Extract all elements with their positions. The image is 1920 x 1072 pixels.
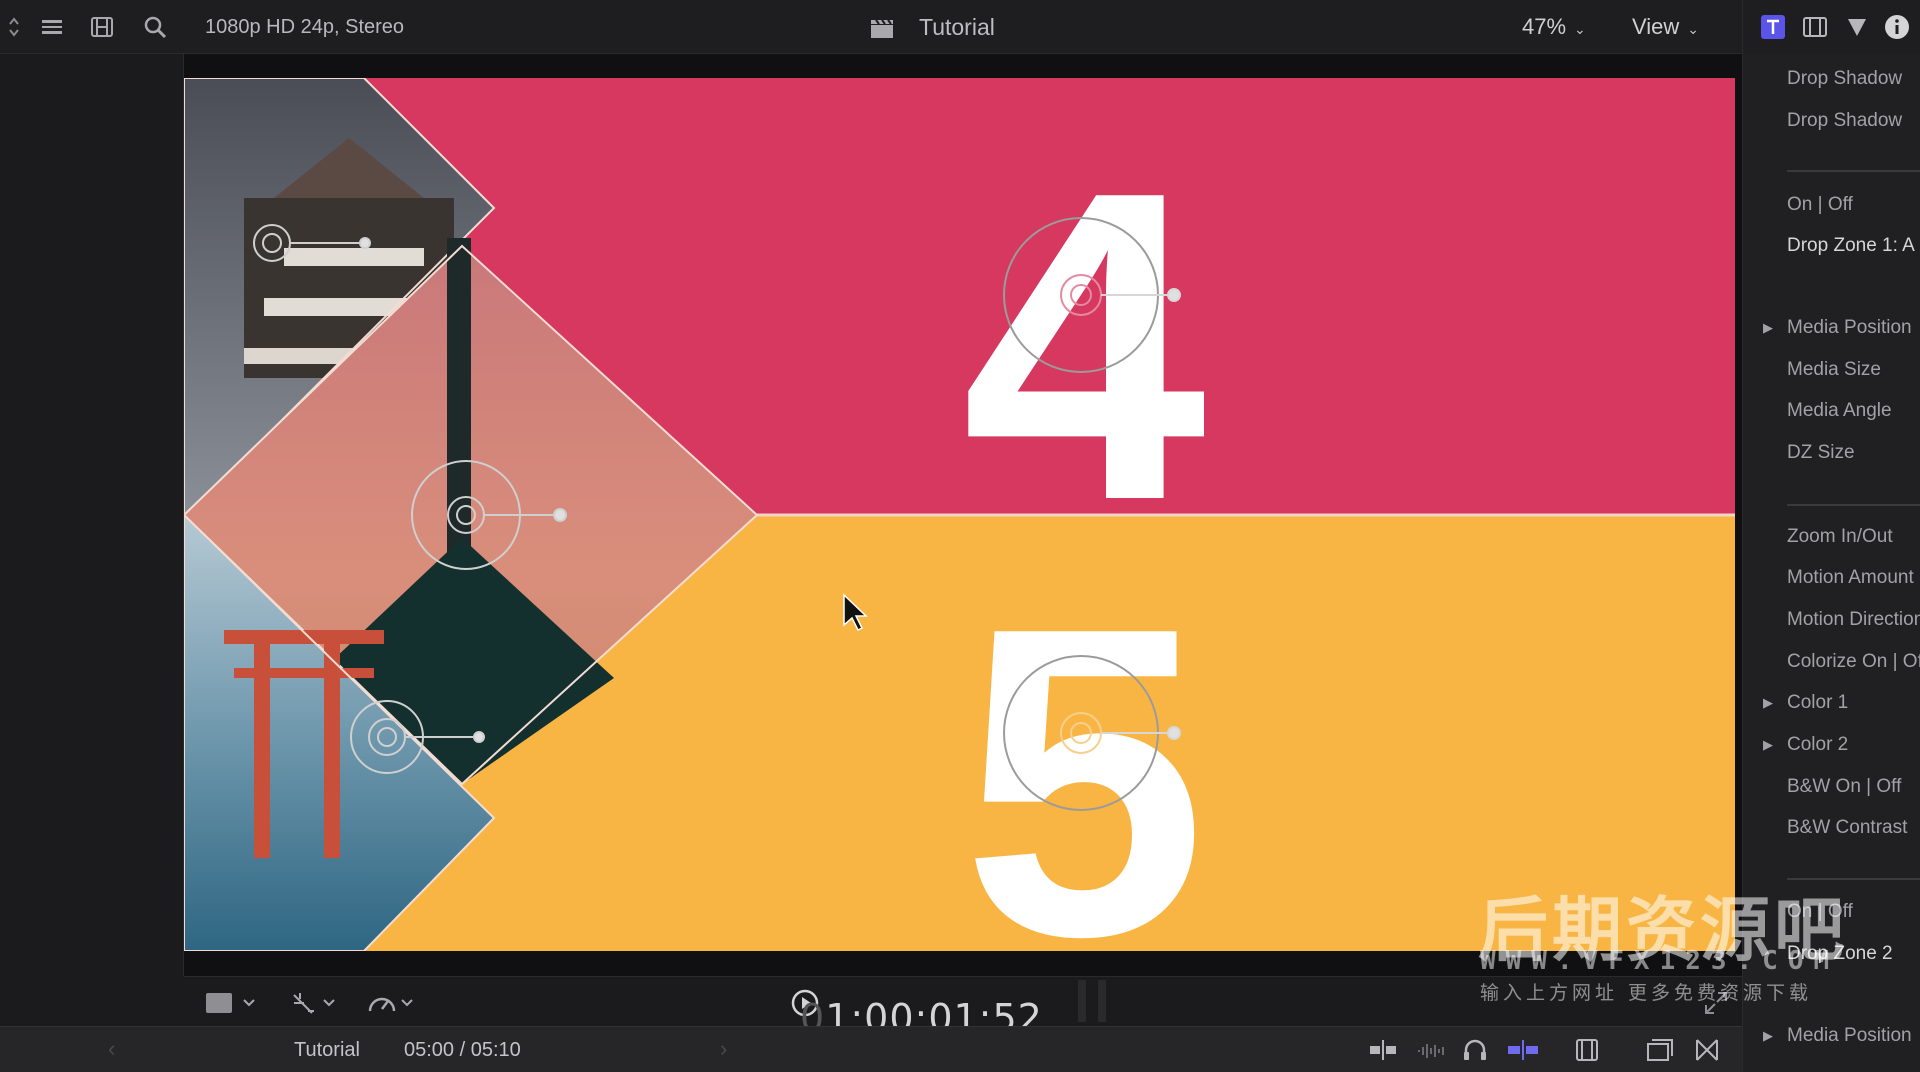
filmstrip-icon[interactable] (88, 14, 116, 40)
inspector-item[interactable]: Media Angle (1787, 400, 1892, 422)
viewer-toolbar: 1080p HD 24p, Stereo Tutorial 47% ⌄ View ⌄ (0, 0, 1742, 54)
watermark-subtitle: 输入上方网址 更多免费资源下载 (1480, 982, 1813, 1004)
headphones-icon[interactable] (1462, 1038, 1488, 1067)
disclosure-triangle-icon[interactable]: ▶ (1763, 737, 1773, 753)
project-title: Tutorial (919, 14, 995, 40)
sort-arrows-icon[interactable] (0, 14, 28, 40)
inspector-item[interactable]: Media Size (1787, 359, 1881, 381)
timeline-project-name: Tutorial (294, 1039, 360, 1061)
clapper-icon (868, 16, 896, 45)
index-icon[interactable] (1646, 1038, 1674, 1067)
disclosure-triangle-icon[interactable]: ▶ (1763, 320, 1773, 336)
audio-meter-left (1078, 980, 1086, 1022)
info-icon[interactable] (1883, 14, 1911, 40)
inspector-tabs (1742, 0, 1920, 54)
digit-four: 4 (962, 101, 1210, 592)
divider (1787, 504, 1920, 506)
inspector-item[interactable]: Media Position (1787, 1025, 1912, 1047)
list-view-icon[interactable] (38, 14, 66, 40)
inspector-item[interactable]: Drop Zone 1: A (1787, 235, 1915, 257)
view-label: View (1632, 14, 1680, 39)
back-arrow-icon[interactable]: ‹ (108, 1036, 115, 1062)
timeline-duration: 05:00 / 05:10 (404, 1039, 521, 1061)
inspector-item[interactable]: Motion Amount (1787, 567, 1914, 589)
audio-skimming-icon[interactable] (1416, 1038, 1446, 1067)
view-options-icon[interactable] (204, 989, 260, 1020)
disclosure-triangle-icon[interactable]: ▶ (1763, 1028, 1773, 1044)
inspector-item[interactable]: Drop Shadow (1787, 110, 1902, 132)
transitions-icon[interactable] (1694, 1038, 1720, 1067)
search-icon[interactable] (141, 14, 169, 40)
audio-meter-right (1098, 980, 1106, 1022)
watermark-url: WWW.VFX123.COM (1480, 946, 1840, 976)
forward-arrow-icon[interactable]: › (720, 1036, 727, 1062)
inspector-item[interactable]: Drop Shadow (1787, 68, 1902, 90)
timeline-filmstrip-icon[interactable] (1574, 1038, 1600, 1067)
inspector-item[interactable]: Media Position (1787, 317, 1912, 339)
inspector-item[interactable]: B&W Contrast (1787, 817, 1907, 839)
fcp-window: 1080p HD 24p, Stereo Tutorial 47% ⌄ View ⌄ (0, 0, 1920, 1072)
inspector-item[interactable]: Color 1 (1787, 692, 1848, 714)
video-inspector-icon[interactable] (1801, 14, 1829, 40)
inspector-item[interactable]: On | Off (1787, 194, 1853, 216)
title-inspector-icon[interactable] (1759, 14, 1787, 40)
disclosure-triangle-icon[interactable]: ▶ (1763, 695, 1773, 711)
inspector-item[interactable]: DZ Size (1787, 442, 1855, 464)
inspector-item[interactable]: Color 2 (1787, 734, 1848, 756)
speed-icon[interactable] (366, 989, 422, 1020)
video-frame: 4 5 (184, 78, 1735, 951)
clip-appearance-icon[interactable] (1368, 1038, 1398, 1067)
digit-five: 5 (962, 537, 1207, 951)
zoom-value: 47% (1522, 14, 1567, 39)
inspector-item[interactable]: Colorize On | Off (1787, 651, 1920, 673)
chevron-down-icon: ⌄ (1687, 21, 1700, 37)
divider (1787, 170, 1920, 172)
inspector-item[interactable]: Motion Direction (1787, 609, 1920, 631)
view-menu[interactable]: View ⌄ (1632, 14, 1699, 40)
browser-pane (0, 54, 184, 976)
chevron-down-icon: ⌄ (1574, 21, 1586, 37)
zoom-menu[interactable]: 47% ⌄ (1522, 14, 1586, 40)
transform-icon[interactable] (288, 989, 344, 1020)
inspector-item[interactable]: B&W On | Off (1787, 776, 1901, 798)
inspector-item[interactable]: Zoom In/Out (1787, 526, 1893, 548)
viewer-canvas[interactable]: 4 5 (184, 78, 1735, 951)
solo-icon[interactable] (1506, 1038, 1540, 1067)
project-format: 1080p HD 24p, Stereo (205, 16, 405, 38)
color-inspector-icon[interactable] (1843, 14, 1871, 40)
